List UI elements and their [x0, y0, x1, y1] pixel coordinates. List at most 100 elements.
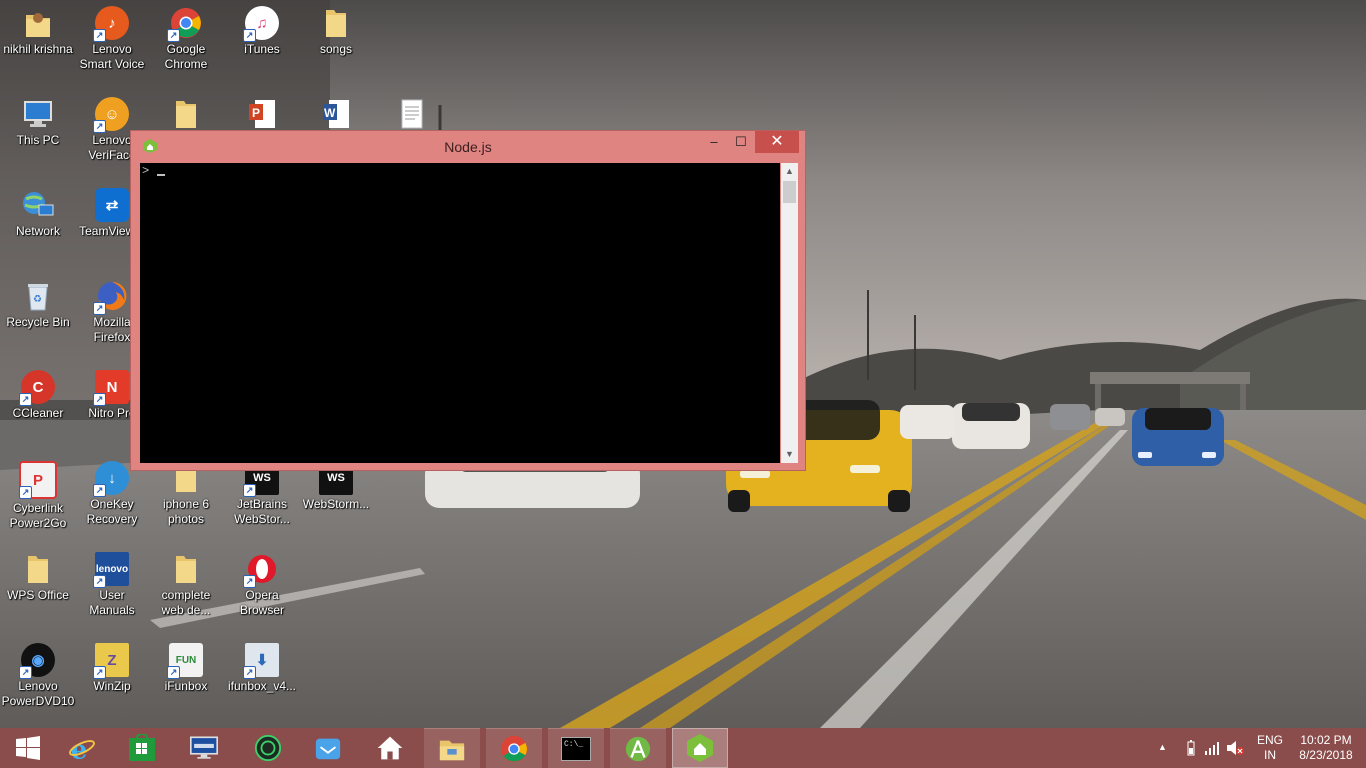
- desktop-icon-opera-browser[interactable]: ↗ Opera Browser: [224, 548, 300, 636]
- desktop-icon-cyberlink-power2go[interactable]: P ↗ Cyberlink Power2Go: [0, 457, 76, 545]
- taskbar-internet-explorer[interactable]: e: [54, 728, 110, 768]
- desktop-icon-label: WPS Office: [7, 588, 69, 602]
- taskbar-lenovo-desktop[interactable]: [176, 728, 232, 768]
- taskbar: e C:\_ ▲ ENG IN 10:02 PM 8/23/2018: [0, 728, 1366, 768]
- clock[interactable]: 10:02 PM 8/23/2018: [1290, 733, 1362, 763]
- scrollbar-thumb[interactable]: [783, 181, 796, 203]
- console-prompt: >: [142, 164, 150, 178]
- ccleaner-icon: C ↗: [19, 370, 55, 406]
- desktop-icon-label: Cyberlink Power2Go: [9, 501, 67, 530]
- desktop-icon-lenovo-powerdvd10[interactable]: ◉ ↗ Lenovo PowerDVD10: [0, 639, 76, 727]
- start-button[interactable]: [0, 728, 56, 768]
- file-explorer-icon: [438, 735, 466, 763]
- desktop-icon-complete-web-de[interactable]: complete web de...: [148, 548, 224, 636]
- desktop-icon-label: OneKey Recovery: [86, 497, 138, 526]
- folder-icon: [169, 97, 203, 131]
- svg-text:W: W: [324, 106, 336, 120]
- text-cursor: [157, 174, 165, 176]
- window-titlebar[interactable]: Node.js – ☐ ✕: [131, 131, 805, 161]
- show-hidden-icons-chevron-up-icon[interactable]: ▲: [1158, 740, 1167, 755]
- desktop-icon-wps-office[interactable]: WPS Office: [0, 548, 76, 636]
- minimize-button[interactable]: –: [700, 131, 728, 153]
- taskbar-chrome[interactable]: [486, 728, 542, 768]
- clock-date: 8/23/2018: [1299, 748, 1353, 762]
- powerpoint-file-icon: P: [245, 97, 279, 131]
- recycle-bin-icon: ♻: [21, 279, 55, 313]
- desktop-icon-label: Recycle Bin: [6, 315, 70, 329]
- folder-icon: [169, 552, 203, 586]
- word-file-icon: W: [319, 97, 353, 131]
- svg-text:♻: ♻: [33, 294, 42, 305]
- desktop-icon-label: iFunbox: [164, 679, 208, 693]
- language-code: ENG: [1256, 733, 1283, 747]
- desktop-icon-nikhil-krishna[interactable]: nikhil krishna: [0, 2, 76, 90]
- chrome-icon: ↗: [167, 6, 203, 42]
- desktop-icon-label: WebStorm...: [302, 497, 370, 511]
- lenovo-desktop-icon: [190, 734, 218, 762]
- desktop-icon-ifunbox[interactable]: FUN ↗ iFunbox: [148, 639, 224, 727]
- desktop-icon-ifunbox-installer[interactable]: ⬇ ↗ ifunbox_v4...: [224, 639, 300, 727]
- taskbar-nodejs-pinned[interactable]: [362, 728, 418, 768]
- taskbar-file-explorer[interactable]: [424, 728, 480, 768]
- maximize-button[interactable]: ☐: [727, 131, 755, 153]
- nodejs-home-icon: [376, 734, 404, 762]
- desktop-icon-songs[interactable]: songs: [298, 2, 374, 90]
- taskbar-circle-app[interactable]: [240, 728, 296, 768]
- taskbar-android-studio[interactable]: [610, 728, 666, 768]
- opera-icon: ↗: [243, 552, 279, 588]
- desktop-icon-label: JetBrains WebStor...: [234, 497, 290, 526]
- user-manuals-icon: lenovo ↗: [93, 552, 129, 588]
- scroll-down-arrow-icon[interactable]: ▼: [781, 446, 798, 463]
- powerdvd-icon: ◉ ↗: [19, 643, 55, 679]
- lenovo-veriface-icon: ☺ ↗: [93, 97, 129, 133]
- taskbar-nodejs-active[interactable]: [672, 728, 728, 768]
- console-output-area[interactable]: >: [140, 163, 780, 463]
- android-studio-icon: [624, 735, 652, 763]
- windows-store-icon: [128, 734, 156, 762]
- volume-muted-icon[interactable]: [1226, 740, 1244, 760]
- command-prompt-label: C:\_: [564, 739, 584, 749]
- desktop-icon-this-pc[interactable]: This PC: [0, 93, 76, 181]
- desktop-icon-label: This PC: [16, 133, 60, 147]
- lenovo-smart-voice-icon: ♪ ↗: [93, 6, 129, 42]
- desktop-icon-label: Opera Browser: [239, 588, 284, 617]
- desktop-icon-network[interactable]: Network: [0, 184, 76, 272]
- desktop-icon-label: iTunes: [244, 42, 280, 56]
- clock-time: 10:02 PM: [1300, 733, 1352, 747]
- folder-icon: [319, 6, 353, 40]
- windows-start-icon: [14, 734, 42, 762]
- command-prompt-icon: C:\_: [561, 736, 591, 761]
- desktop-icon-itunes[interactable]: ♫ ↗ iTunes: [224, 2, 300, 90]
- itunes-icon: ♫ ↗: [243, 6, 279, 42]
- desktop-icon-recycle-bin[interactable]: ♻ Recycle Bin: [0, 275, 76, 363]
- power2go-icon: P ↗: [19, 461, 57, 499]
- desktop-icon-ccleaner[interactable]: C ↗ CCleaner: [0, 366, 76, 454]
- chrome-icon: [500, 735, 528, 763]
- teamviewer-icon: ⇄: [95, 188, 129, 222]
- text-file-icon: [395, 97, 429, 131]
- taskbar-windows-store[interactable]: [114, 728, 170, 768]
- desktop-icon-lenovo-smart-voice[interactable]: ♪ ↗ Lenovo Smart Voice: [74, 2, 150, 90]
- desktop-icon-label: songs: [319, 42, 353, 56]
- winzip-icon: Z ↗: [93, 643, 129, 679]
- taskbar-mail-app[interactable]: [300, 728, 356, 768]
- vertical-scrollbar[interactable]: ▲ ▼: [781, 163, 798, 463]
- nodejs-home-icon: [686, 734, 714, 762]
- desktop-icon-user-manuals[interactable]: lenovo ↗ User Manuals: [74, 548, 150, 636]
- mail-app-icon: [314, 734, 342, 762]
- desktop-icon-google-chrome[interactable]: ↗ Google Chrome: [148, 2, 224, 90]
- desktop-icon-label: Google Chrome: [164, 42, 208, 71]
- desktop-icon-winzip[interactable]: Z ↗ WinZip: [74, 639, 150, 727]
- user-folder-icon: [21, 6, 55, 40]
- folder-icon: [21, 552, 55, 586]
- onekey-recovery-icon: ↓ ↗: [93, 461, 129, 497]
- taskbar-command-prompt[interactable]: C:\_: [548, 728, 604, 768]
- signal-strength-icon[interactable]: [1204, 741, 1220, 759]
- desktop-icon-label: ifunbox_v4...: [227, 679, 297, 693]
- language-indicator[interactable]: ENG IN: [1254, 733, 1286, 763]
- battery-icon[interactable]: [1186, 740, 1196, 760]
- desktop-icon-label: Lenovo Smart Voice: [79, 42, 145, 71]
- nodejs-console-window[interactable]: Node.js – ☐ ✕ > ▲ ▼: [130, 130, 806, 471]
- scroll-up-arrow-icon[interactable]: ▲: [781, 163, 798, 180]
- close-button[interactable]: ✕: [755, 131, 799, 153]
